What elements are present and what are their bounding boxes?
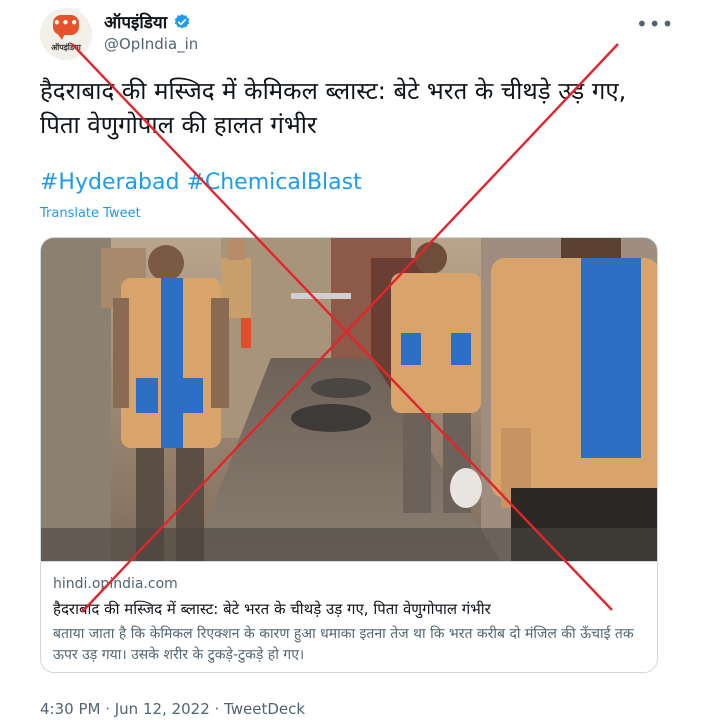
author-display-name[interactable]: ऑपइंडिया [104,10,167,33]
card-image [41,238,657,561]
hashtag-link[interactable]: #Hyderabad [40,170,179,195]
bubble-dots: ••• [53,16,80,30]
hashtag-link[interactable]: #ChemicalBlast [186,170,361,195]
verified-badge-icon [174,13,190,29]
card-domain: hindi.opindia.com [53,576,178,592]
avatar[interactable]: ••• ऑपइंडिया [40,8,92,60]
tweet-text: हैदराबाद की मस्जिद में केमिकल ब्लास्ट: ब… [40,77,627,139]
translate-tweet-link[interactable]: Translate Tweet [40,206,141,221]
more-options-icon[interactable]: ••• [636,12,674,36]
avatar-brand-label: ऑपइंडिया [51,43,81,52]
author-name-row: ऑपइंडिया [104,10,191,33]
card-title: हैदराबाद की मस्जिद में ब्लास्ट: बेटे भरत… [53,600,491,618]
card-meta: hindi.opindia.com हैदराबाद की मस्जिद में… [41,561,657,672]
speech-bubble-icon: ••• [53,15,80,40]
author-handle[interactable]: @OpIndia_in [104,35,198,53]
link-preview-card[interactable]: hindi.opindia.com हैदराबाद की मस्जिद में… [40,237,658,673]
tweet: ••• ऑपइंडिया ऑपइंडिया @OpIndia_in ••• है… [0,0,720,720]
card-photo [41,238,657,561]
card-description: बताया जाता है कि केमिकल रिएक्शन के कारण … [53,626,634,663]
tweet-timestamp[interactable]: 4:30 PM · Jun 12, 2022 · TweetDeck [40,700,305,718]
hashtags: #Hyderabad #ChemicalBlast [40,170,362,195]
